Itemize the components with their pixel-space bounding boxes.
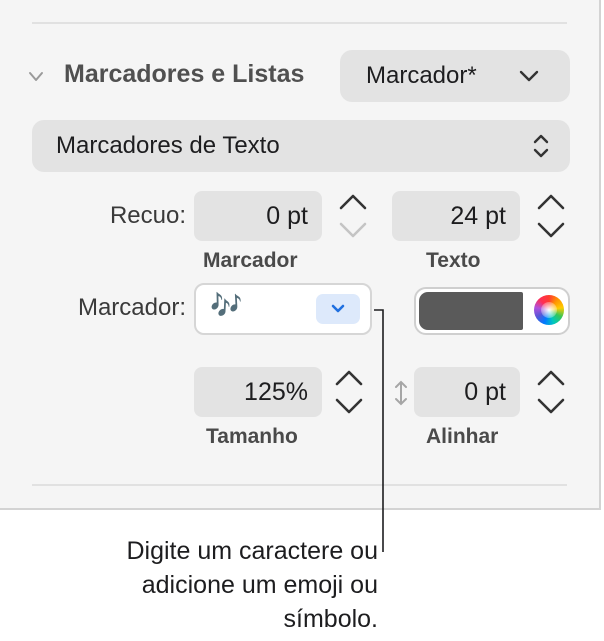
callout-text: Digite um caractere ou adicione um emoji…	[60, 534, 378, 636]
callout-line-1: Digite um caractere ou	[126, 537, 378, 565]
callout-line-2: adicione um emoji ou	[141, 571, 378, 599]
callout-line-3: símbolo.	[283, 605, 378, 633]
